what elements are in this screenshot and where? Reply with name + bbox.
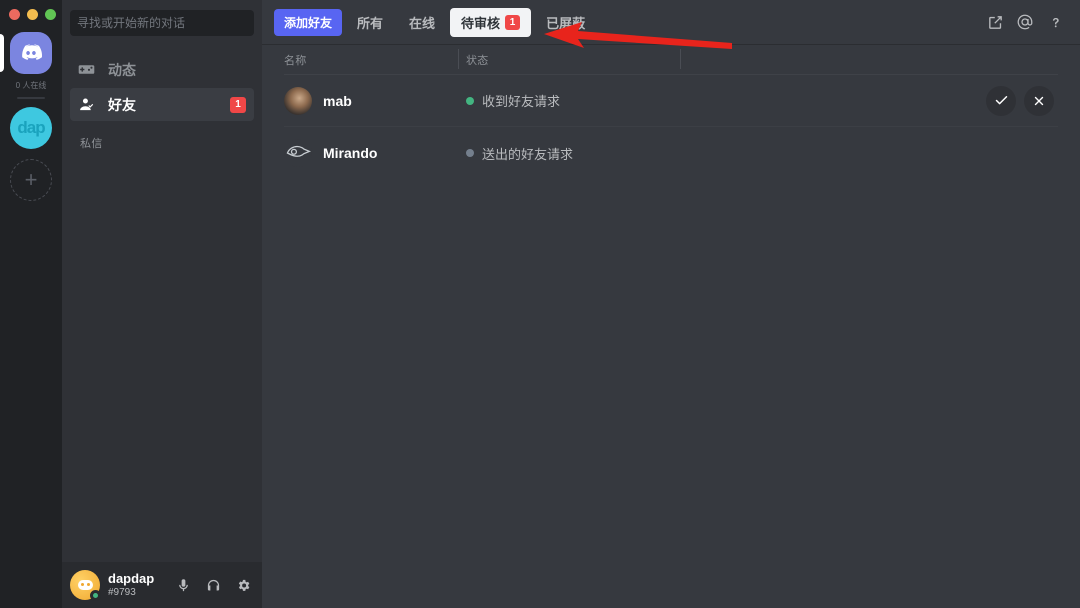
microphone-icon[interactable] <box>172 574 194 596</box>
gear-icon[interactable] <box>232 574 254 596</box>
tab-online-label: 在线 <box>409 15 436 31</box>
friend-status: 收到好友请求 <box>466 91 986 110</box>
request-actions <box>986 85 1058 116</box>
sidebar-nav-list: 动态 好友 1 私信 <box>62 45 262 562</box>
tab-online[interactable]: 在线 <box>398 8 446 37</box>
active-server-indicator <box>0 34 4 72</box>
close-window-button[interactable] <box>9 9 20 20</box>
discord-home-button[interactable] <box>10 32 52 74</box>
online-count-label: 0 人在线 <box>15 81 47 90</box>
tab-all[interactable]: 所有 <box>346 8 394 37</box>
tab-blocked[interactable]: 已屏蔽 <box>535 8 596 37</box>
maximize-window-button[interactable] <box>45 9 56 20</box>
check-icon <box>995 96 1007 105</box>
tab-pending-label: 待审核 <box>461 15 501 31</box>
tab-blocked-label: 已屏蔽 <box>546 15 586 31</box>
sidebar-item-activity[interactable]: 动态 <box>70 53 254 86</box>
friend-avatar <box>284 86 312 115</box>
minimize-window-button[interactable] <box>27 9 38 20</box>
friends-topbar: 添加好友 所有 在线 待审核 1 已屏蔽 <box>262 0 1080 45</box>
home-server-wrap <box>0 32 62 74</box>
status-dot-online <box>466 96 474 105</box>
add-server-button[interactable]: + <box>10 159 52 201</box>
avatar[interactable] <box>70 570 101 601</box>
new-dm-icon[interactable] <box>982 9 1008 35</box>
main-content: 添加好友 所有 在线 待审核 1 已屏蔽 名称 状态 mab 收到好友请求 Mi… <box>262 0 1080 608</box>
dm-section-header: 私信 <box>80 138 103 150</box>
gamepad-icon <box>78 61 100 78</box>
friend-list-area: 名称 状态 mab 收到好友请求 Mirando 送出的好友请求 <box>262 45 1080 608</box>
user-discriminator: #9793 <box>108 586 136 598</box>
user-info: dapdap #9793 <box>108 570 164 598</box>
sidebar-item-activity-label: 动态 <box>108 61 136 78</box>
friends-icon <box>78 96 100 113</box>
friend-avatar <box>284 139 312 167</box>
table-row[interactable]: Mirando 送出的好友请求 <box>284 127 1058 179</box>
friends-badge: 1 <box>230 96 246 113</box>
avatar-face <box>77 580 93 590</box>
server-item-dap: dap <box>0 107 62 149</box>
status-dot-offline <box>466 149 474 157</box>
accept-request-button[interactable] <box>986 85 1016 116</box>
friend-identity: mab <box>284 86 466 115</box>
tab-all-label: 所有 <box>357 15 384 31</box>
channel-sidebar: 寻找或开始新的对话 动态 好友 1 私信 dapdap #9793 <box>62 0 262 608</box>
discord-window: 0 人在线 dap + 寻找或开始新的对话 动态 好友 1 私信 dapdap … <box>0 0 1080 608</box>
sidebar-item-friends-label: 好友 <box>108 96 136 113</box>
add-friend-button[interactable]: 添加好友 <box>274 8 343 36</box>
friend-status-text: 送出的好友请求 <box>482 146 574 162</box>
friend-status: 送出的好友请求 <box>466 144 1058 163</box>
server-list: 0 人在线 dap + <box>0 32 62 201</box>
mentions-icon[interactable] <box>1012 9 1038 35</box>
column-header-name: 名称 <box>284 54 307 67</box>
discord-home-icon <box>22 44 43 60</box>
dap-server-icon[interactable]: dap <box>10 107 52 149</box>
rail-divider <box>17 97 45 99</box>
headphones-icon[interactable] <box>202 574 224 596</box>
user-status-dot <box>90 590 101 601</box>
search-input[interactable]: 寻找或开始新的对话 <box>70 9 254 36</box>
friend-username: Mirando <box>323 145 378 161</box>
mirando-logo-icon <box>286 145 311 157</box>
sidebar-item-friends[interactable]: 好友 1 <box>70 88 254 121</box>
window-traffic-lights <box>9 9 56 20</box>
tab-pending-badge: 1 <box>505 14 521 30</box>
friend-status-text: 收到好友请求 <box>482 94 561 109</box>
decline-request-button[interactable] <box>1024 85 1054 116</box>
friend-list-header: 名称 状态 <box>284 45 1058 75</box>
friend-identity: Mirando <box>284 139 466 167</box>
user-panel: dapdap #9793 <box>62 562 262 608</box>
server-rail: 0 人在线 dap + <box>0 0 62 608</box>
column-header-status: 状态 <box>466 54 489 67</box>
user-name: dapdap <box>108 570 155 586</box>
friend-username: mab <box>323 92 352 109</box>
search-zone: 寻找或开始新的对话 <box>62 0 262 45</box>
help-icon[interactable] <box>1042 9 1068 35</box>
table-row[interactable]: mab 收到好友请求 <box>284 75 1058 127</box>
tab-pending[interactable]: 待审核 1 <box>450 7 532 37</box>
close-icon <box>1034 96 1044 105</box>
